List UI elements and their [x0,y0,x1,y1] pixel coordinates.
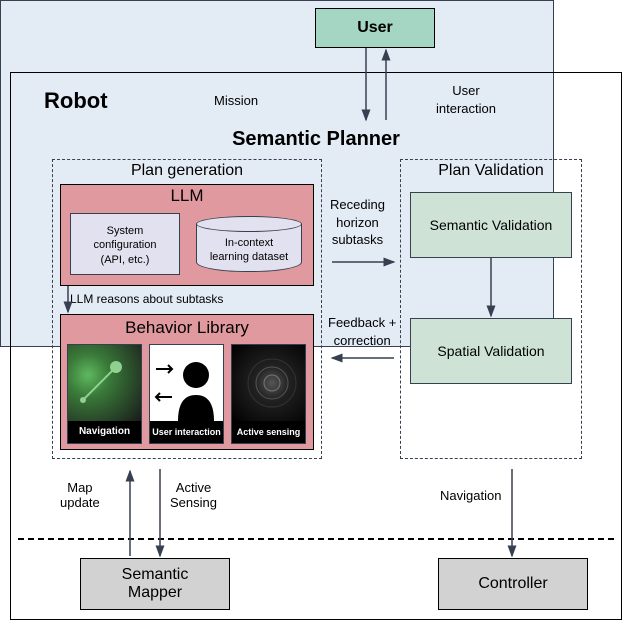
behavior-userint-label: User interaction [150,421,223,443]
spatial-validation: Spatial Validation [410,318,572,384]
user-label: User [357,19,393,36]
behavior-active-sensing: Active sensing [231,344,306,444]
robot-title: Robot [44,88,108,114]
module-divider [18,538,614,540]
dataset-label: In-context learning dataset [196,236,302,265]
behavior-navigation-label: Navigation [68,421,141,443]
user-interaction-label: User interaction [436,82,496,117]
semantic-validation: Semantic Validation [410,192,572,258]
map-update-label: Map update [60,480,100,510]
behavior-library-title: Behavior Library [60,318,314,338]
user-box: User [315,8,435,48]
behavior-user-interaction: User interaction [149,344,224,444]
system-config-box: System configuration (API, etc.) [70,213,180,275]
dataset-cylinder: In-context learning dataset [196,216,302,272]
controller: Controller [438,558,588,610]
spatial-validation-label: Spatial Validation [437,343,544,359]
llm-reason-note: LLM reasons about subtasks [70,292,223,306]
behavior-navigation: Navigation [67,344,142,444]
llm-title: LLM [60,186,314,206]
plan-generation-title: Plan generation [52,162,322,180]
behavior-sensing-label: Active sensing [232,421,305,443]
semantic-planner-title: Semantic Planner [0,128,632,151]
semantic-mapper-label: Semantic Mapper [122,566,189,602]
plan-validation-title: Plan Validation [400,162,582,180]
receding-label: Receding horizon subtasks [330,196,385,249]
controller-label: Controller [478,575,547,593]
semantic-validation-label: Semantic Validation [430,217,553,233]
semantic-mapper: Semantic Mapper [80,558,230,610]
navigation-label: Navigation [440,488,501,503]
mission-label: Mission [214,92,258,110]
feedback-label: Feedback + correction [328,314,396,349]
active-sensing-label: Active Sensing [170,480,217,510]
